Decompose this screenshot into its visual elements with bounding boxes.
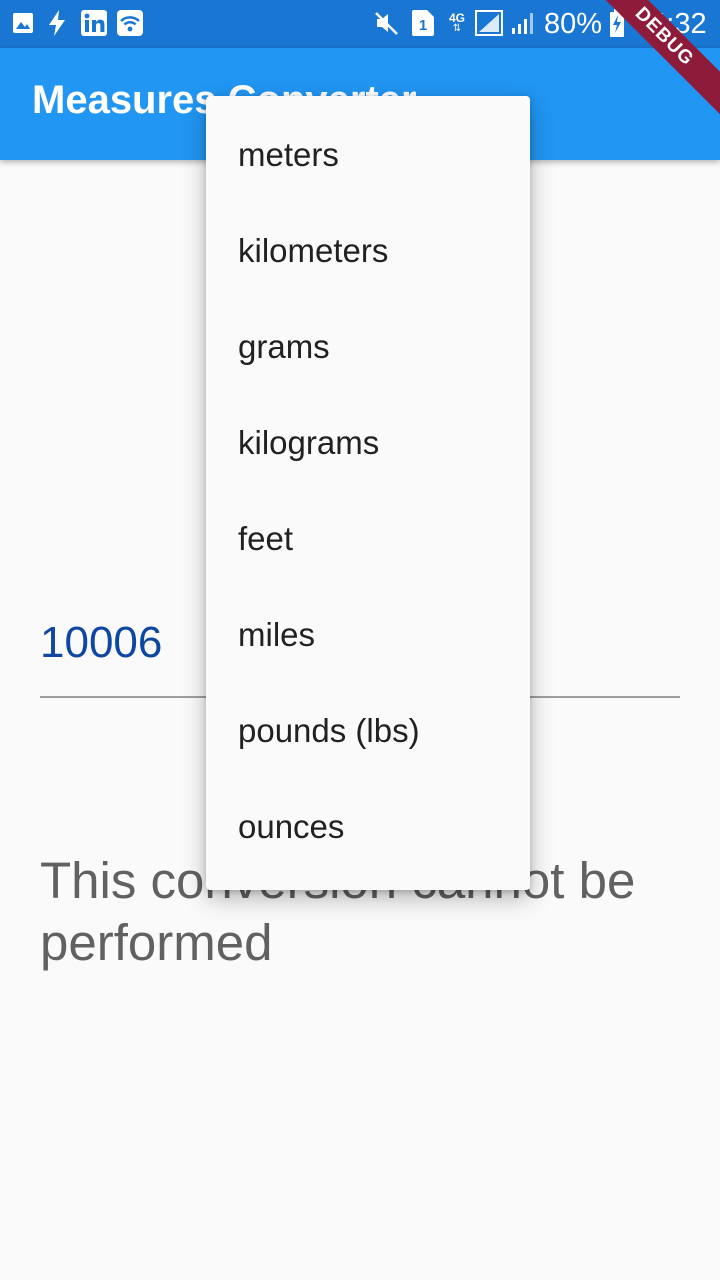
linkedin-icon — [80, 10, 108, 36]
menu-item-label: kilometers — [238, 232, 389, 269]
battery-percent: 80% — [544, 8, 603, 40]
menu-item-label: grams — [238, 328, 330, 365]
menu-item-kilometers[interactable]: kilometers — [206, 206, 530, 302]
cell-signal-icon — [510, 10, 536, 36]
bolt-icon — [46, 10, 68, 36]
menu-item-label: miles — [238, 616, 316, 653]
wifi-icon — [116, 10, 144, 36]
sim-icon: 1 — [412, 10, 434, 36]
signal-icon — [474, 10, 504, 36]
menu-item-meters[interactable]: meters — [206, 110, 530, 206]
menu-item-pounds[interactable]: pounds (lbs) — [206, 686, 530, 782]
mute-icon — [374, 10, 400, 36]
value-input-text: 10006 — [40, 618, 163, 667]
menu-item-grams[interactable]: grams — [206, 302, 530, 398]
menu-item-label: kilograms — [238, 424, 380, 461]
network-4g-icon: 4G ⇅ — [448, 11, 465, 34]
menu-item-kilograms[interactable]: kilograms — [206, 398, 530, 494]
gallery-icon — [12, 10, 34, 36]
unit-dropdown-menu: meters kilometers grams kilograms feet m… — [206, 96, 530, 890]
menu-item-label: pounds (lbs) — [238, 712, 420, 749]
menu-item-miles[interactable]: miles — [206, 590, 530, 686]
sim-label: 1 — [419, 17, 427, 34]
menu-item-feet[interactable]: feet — [206, 494, 530, 590]
menu-item-label: meters — [238, 136, 339, 173]
menu-item-label: ounces — [238, 808, 345, 845]
menu-item-label: feet — [238, 520, 294, 557]
menu-item-ounces[interactable]: ounces — [206, 782, 530, 878]
